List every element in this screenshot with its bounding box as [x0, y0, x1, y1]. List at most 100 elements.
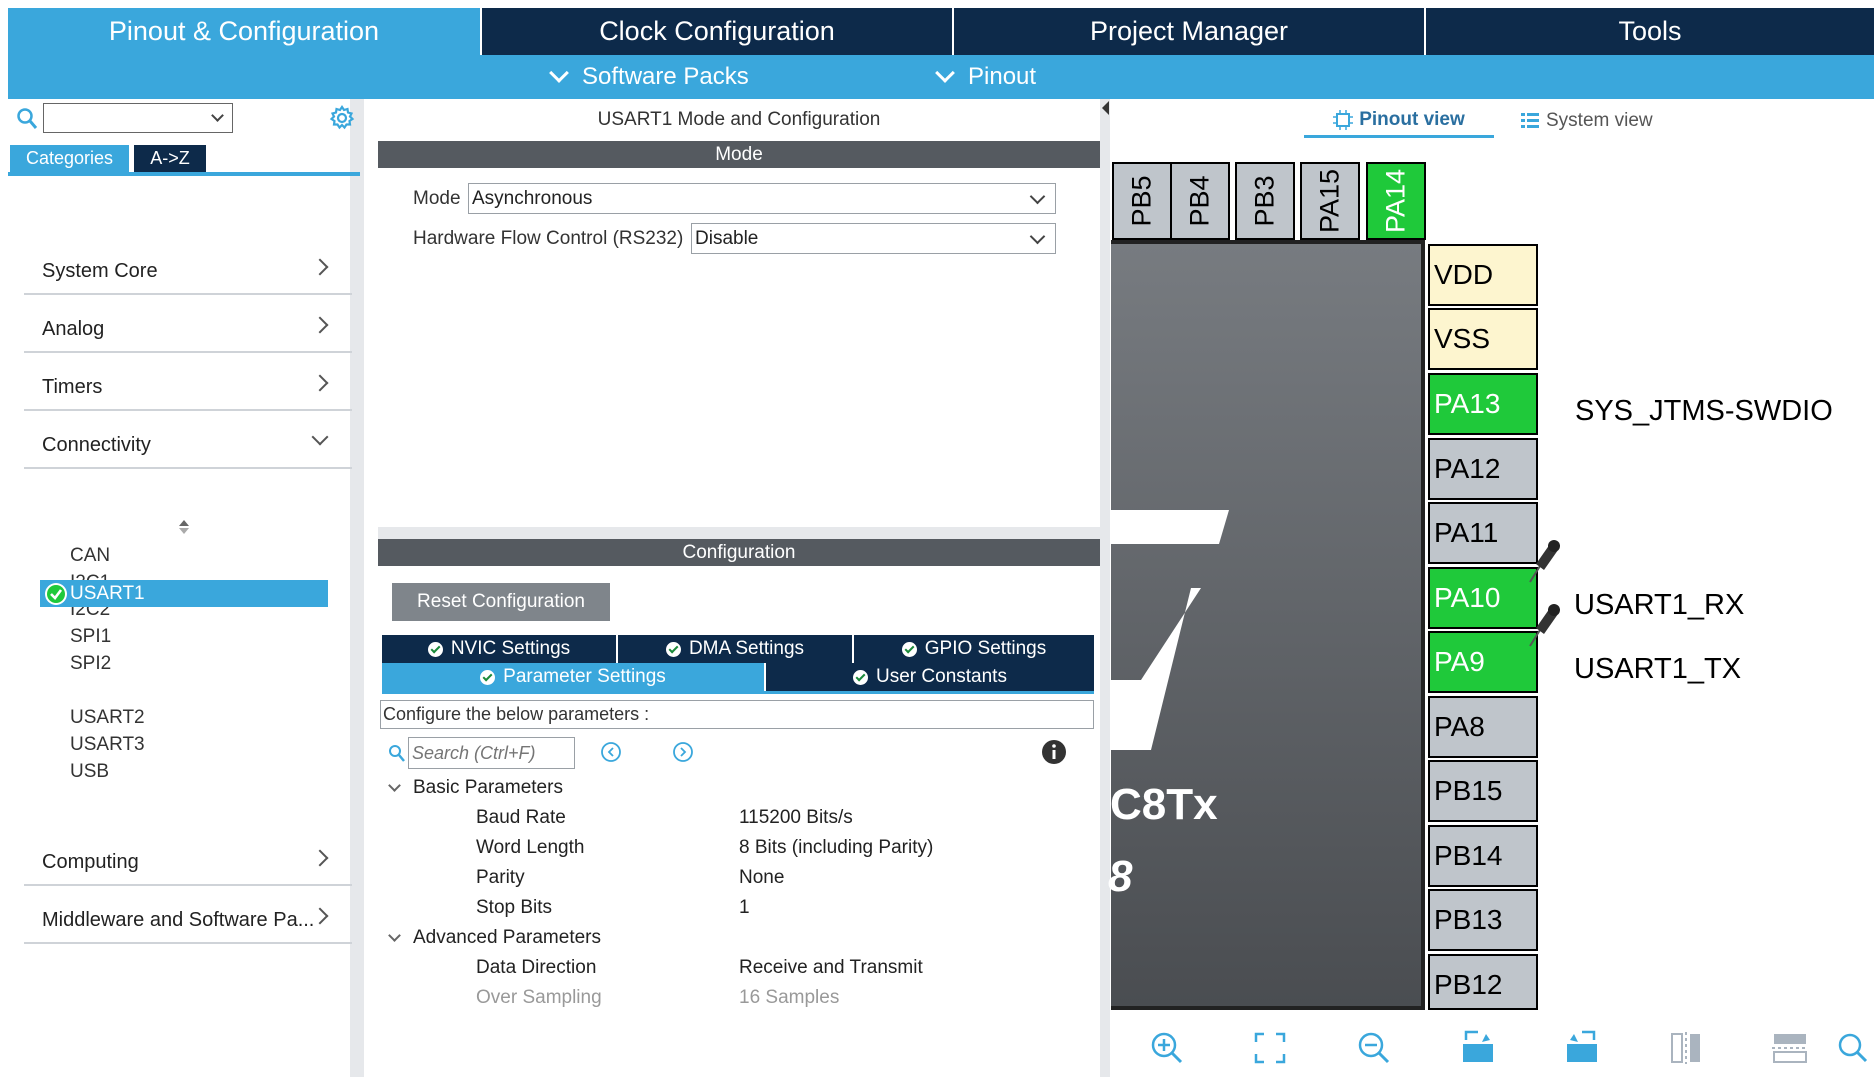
search-icon[interactable]: [1834, 1030, 1874, 1066]
category-system-core[interactable]: System Core: [24, 235, 352, 295]
tab-clock-configuration[interactable]: Clock Configuration: [482, 8, 954, 55]
pin-pa8[interactable]: PA8: [1428, 696, 1538, 758]
category-connectivity[interactable]: Connectivity: [24, 409, 352, 469]
param-value-parity[interactable]: None: [739, 867, 784, 889]
category-analog[interactable]: Analog: [24, 293, 352, 353]
chevron-down-icon[interactable]: [211, 109, 224, 122]
param-value-data-direction[interactable]: Receive and Transmit: [739, 957, 923, 979]
advanced-parameters-group[interactable]: Advanced Parameters: [413, 927, 601, 949]
mode-select[interactable]: Asynchronous: [468, 183, 1056, 214]
pin-label: PA9: [1434, 646, 1485, 677]
mode-header: Mode: [378, 141, 1100, 168]
system-view-tab[interactable]: System view: [1520, 104, 1670, 138]
pinout-label: Pinout: [968, 63, 1037, 90]
param-value-baud-rate[interactable]: 115200 Bits/s: [739, 807, 853, 829]
chevron-right-icon: [311, 849, 329, 867]
pin-pb15[interactable]: PB15: [1428, 760, 1538, 822]
previous-icon[interactable]: [600, 741, 622, 763]
pin-pb3[interactable]: PB3: [1235, 162, 1295, 240]
peripheral-can[interactable]: CAN: [70, 542, 110, 569]
gear-icon[interactable]: [328, 104, 356, 132]
pin-pa9[interactable]: PA9: [1428, 631, 1538, 693]
tab-user-constants[interactable]: User Constants: [766, 663, 1094, 691]
st-logo-shape: [1111, 510, 1229, 750]
peripheral-spi1[interactable]: SPI1: [70, 623, 111, 650]
sort-icon[interactable]: [177, 519, 191, 535]
category-label: Timers: [42, 376, 103, 398]
tab-parameter-settings[interactable]: Parameter Settings: [382, 663, 766, 691]
configure-text: Configure the below parameters :: [380, 700, 1094, 729]
pin-pa13[interactable]: PA13: [1428, 373, 1538, 435]
tab-gpio-settings[interactable]: GPIO Settings: [854, 635, 1094, 663]
info-icon[interactable]: [1041, 739, 1067, 765]
pin-pa11[interactable]: PA11: [1428, 502, 1538, 564]
flip-horizontal-icon[interactable]: [1770, 1030, 1810, 1066]
tab-label: Pinout & Configuration: [108, 16, 380, 46]
category-computing[interactable]: Computing: [24, 826, 352, 886]
pin-label: PA11: [1434, 517, 1499, 548]
pin-pb14[interactable]: PB14: [1428, 825, 1538, 887]
tab-label: GPIO Settings: [924, 638, 1047, 659]
software-packs-label: Software Packs: [582, 63, 749, 90]
peripheral-usart3[interactable]: USART3: [70, 731, 145, 758]
next-icon[interactable]: [672, 741, 694, 763]
hwfc-select[interactable]: Disable: [691, 223, 1056, 254]
pin-pb4[interactable]: PB4: [1170, 162, 1230, 240]
pin-pa12[interactable]: PA12: [1428, 438, 1538, 500]
parameter-search-input[interactable]: [408, 737, 575, 769]
tab-nvic-settings[interactable]: NVIC Settings: [382, 635, 618, 663]
param-value-word-length[interactable]: 8 Bits (including Parity): [739, 837, 933, 859]
zoom-out-icon[interactable]: [1354, 1030, 1394, 1066]
pinout-menu[interactable]: Pinout: [934, 55, 1036, 99]
tab-tools[interactable]: Tools: [1426, 8, 1874, 55]
category-label: Connectivity: [42, 434, 151, 456]
pin-pa15[interactable]: PA15: [1300, 162, 1360, 240]
splitter[interactable]: [378, 527, 1100, 539]
basic-parameters-group[interactable]: Basic Parameters: [413, 777, 563, 799]
zoom-in-icon[interactable]: [1147, 1030, 1187, 1066]
category-middleware[interactable]: Middleware and Software Pa...: [24, 884, 352, 944]
pin-pb12[interactable]: PB12: [1428, 954, 1538, 1010]
pin-label: PA13: [1434, 388, 1501, 419]
tab-label: System view: [1546, 110, 1653, 131]
header-label: Configuration: [682, 541, 796, 563]
category-label: Middleware and Software Pa...: [42, 909, 315, 931]
category-search-input[interactable]: [43, 103, 233, 133]
tab-dma-settings[interactable]: DMA Settings: [618, 635, 854, 663]
chevron-down-icon[interactable]: [388, 929, 401, 942]
peripheral-usart2[interactable]: USART2: [70, 704, 145, 731]
tab-categories[interactable]: Categories: [10, 145, 129, 172]
peripheral-usb[interactable]: USB: [70, 758, 109, 785]
peripheral-usart1-selected[interactable]: USART1: [40, 580, 328, 607]
pinout-view-tab[interactable]: Pinout view: [1304, 104, 1494, 138]
tab-pinout-configuration[interactable]: Pinout & Configuration: [8, 8, 482, 55]
tab-project-manager[interactable]: Project Manager: [954, 8, 1426, 55]
param-value-stop-bits[interactable]: 1: [739, 897, 750, 919]
peripheral-spi2[interactable]: SPI2: [70, 650, 111, 677]
splitter[interactable]: [1100, 99, 1110, 1077]
pin-pa14[interactable]: PA14: [1366, 162, 1426, 240]
tab-label: Clock Configuration: [599, 16, 835, 46]
pin-pb13[interactable]: PB13: [1428, 889, 1538, 951]
rotate-left-icon[interactable]: [1562, 1030, 1602, 1066]
tab-a-to-z[interactable]: A->Z: [134, 145, 206, 172]
collapse-arrow-icon[interactable]: [1100, 100, 1110, 116]
param-name: Over Sampling: [476, 987, 602, 1008]
check-icon: [901, 641, 917, 657]
pin-label: PB12: [1434, 969, 1503, 1000]
rotate-right-icon[interactable]: [1458, 1030, 1498, 1066]
param-value-over-sampling: 16 Samples: [739, 987, 840, 1008]
chevron-down-icon[interactable]: [388, 779, 401, 792]
software-packs-menu[interactable]: Software Packs: [548, 55, 749, 99]
pin-vdd[interactable]: VDD: [1428, 244, 1538, 306]
pin-label: PB15: [1434, 775, 1503, 806]
pin-vss[interactable]: VSS: [1428, 308, 1538, 370]
pin-label: PB5: [1126, 175, 1157, 227]
fit-screen-icon[interactable]: [1250, 1030, 1290, 1066]
category-timers[interactable]: Timers: [24, 351, 352, 411]
reset-configuration-button[interactable]: Reset Configuration: [392, 583, 610, 621]
pin-pb5[interactable]: PB5: [1112, 162, 1172, 240]
tab-label: Pinout view: [1359, 108, 1465, 130]
pin-pa10[interactable]: PA10: [1428, 567, 1538, 629]
flip-vertical-icon[interactable]: [1666, 1030, 1706, 1066]
